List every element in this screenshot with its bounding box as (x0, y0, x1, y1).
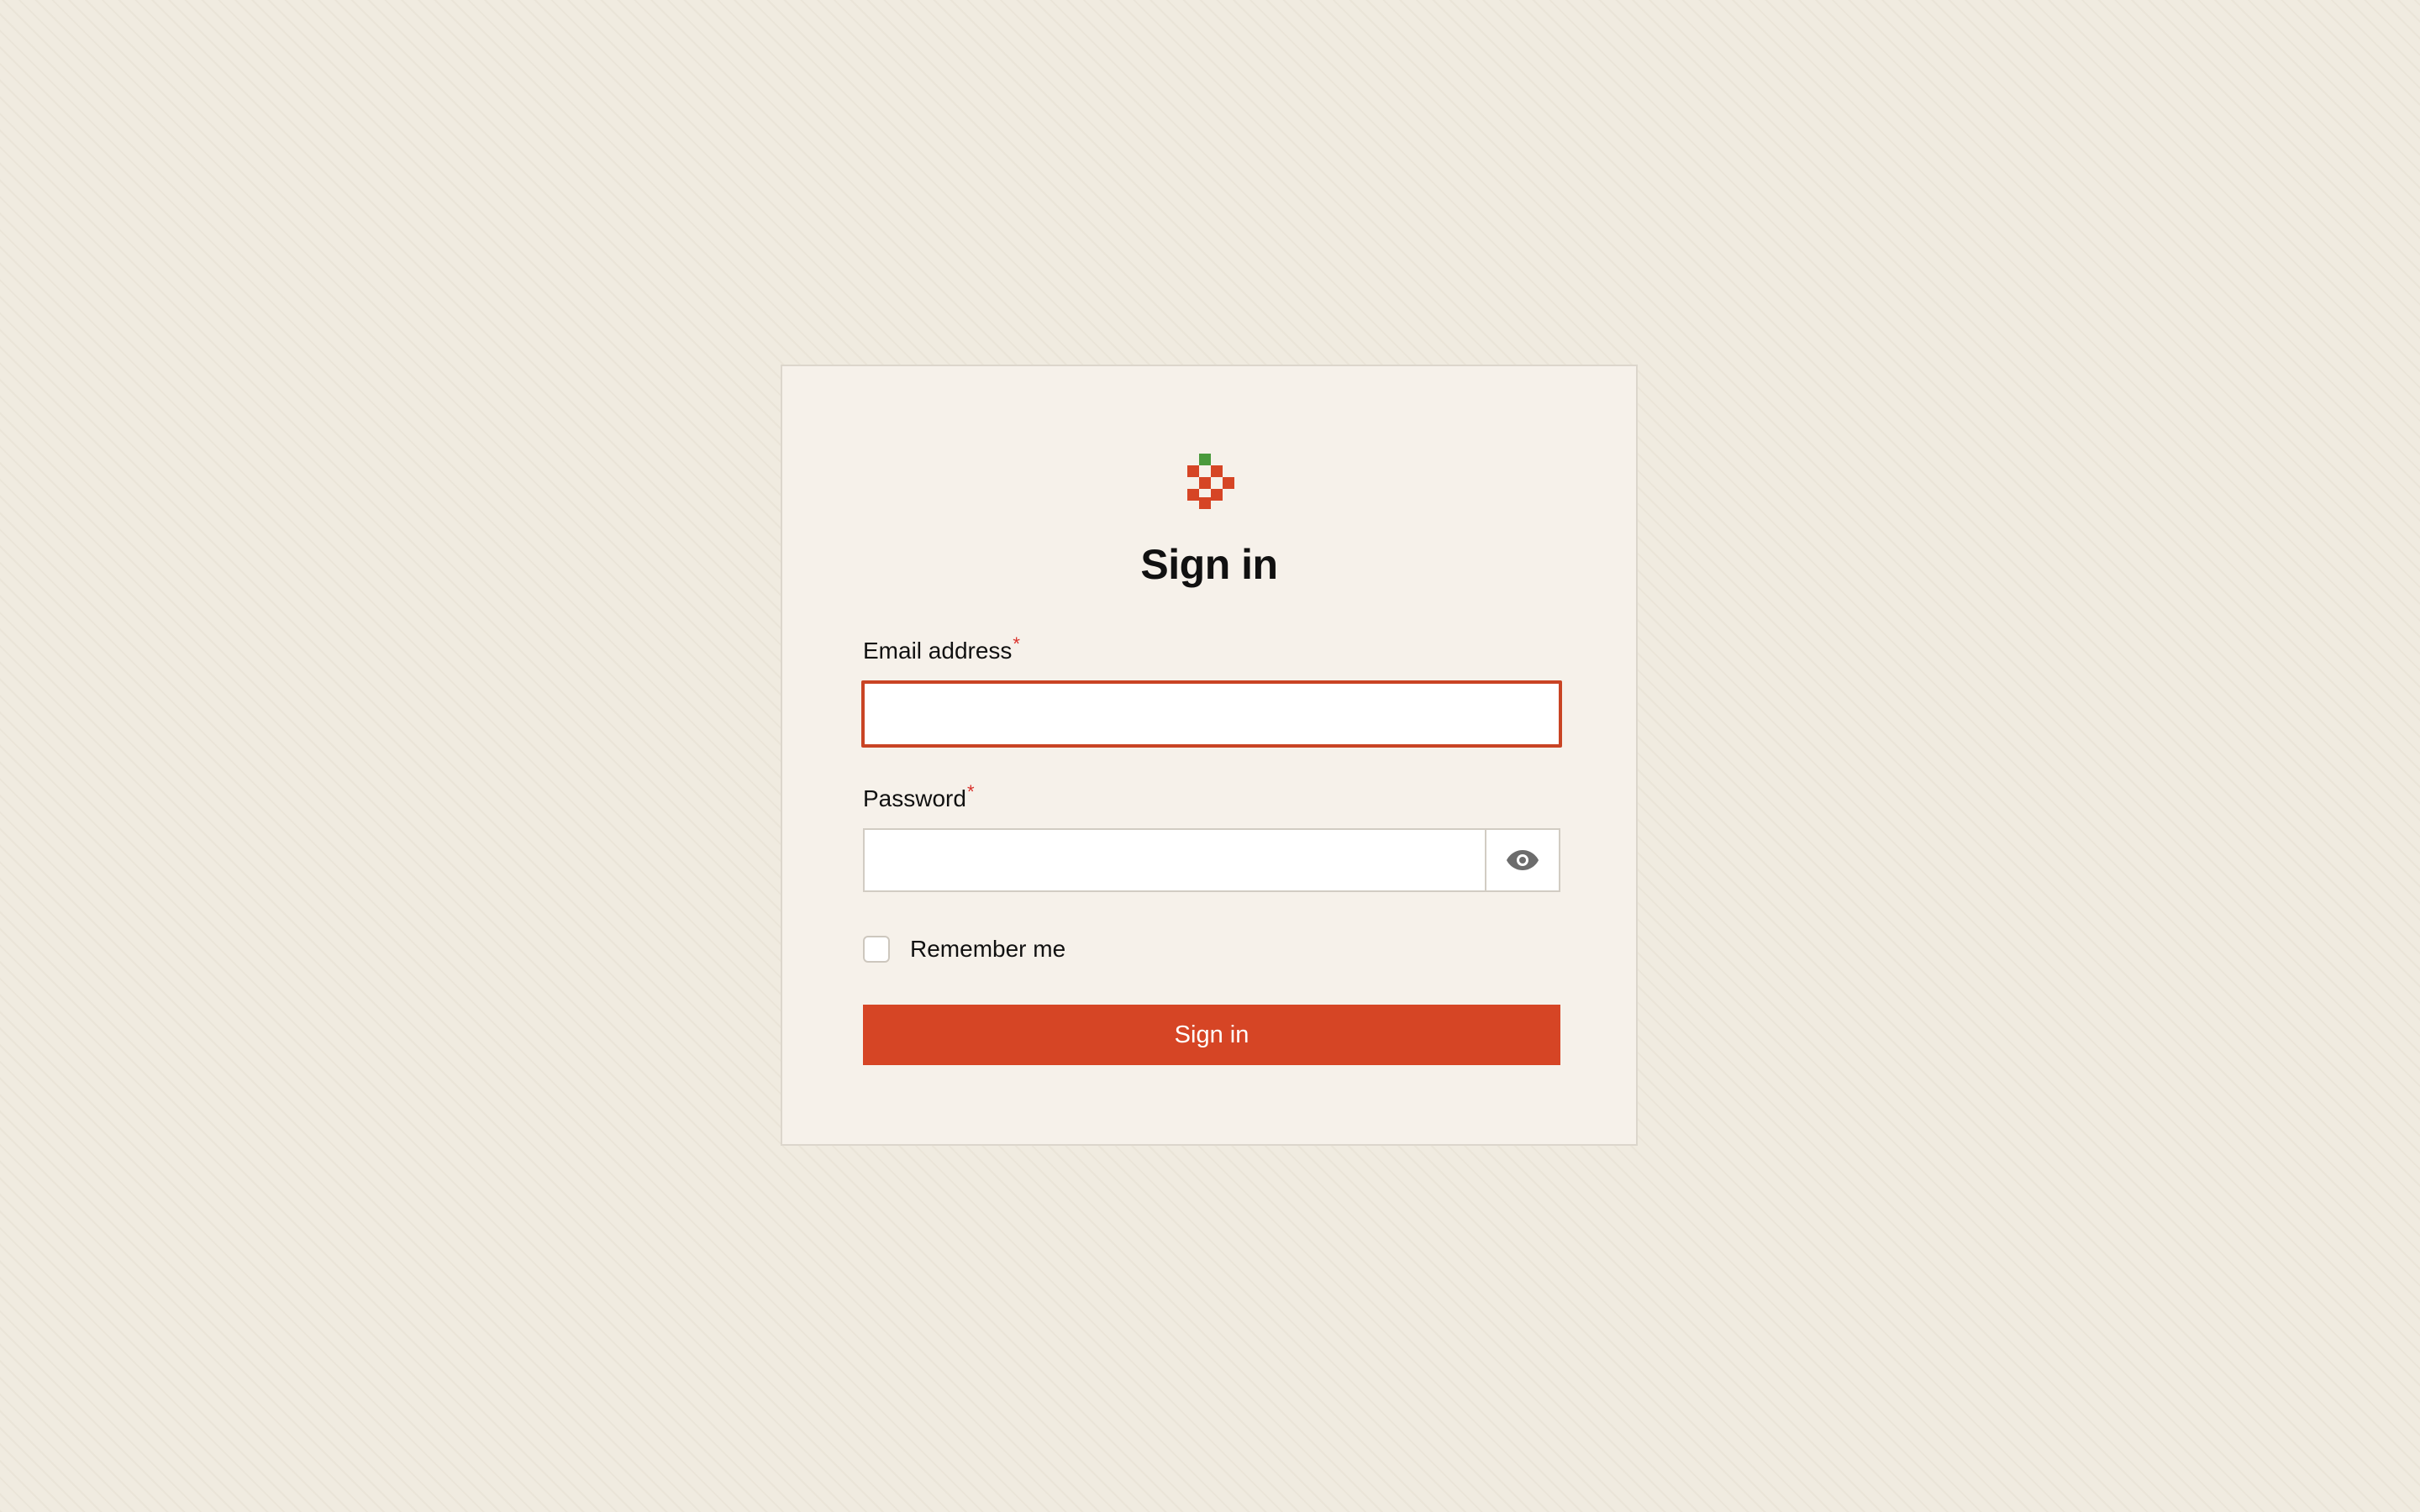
sign-in-card: Sign in Email address* Password* Remembe… (781, 365, 1638, 1146)
password-field-group (863, 828, 1560, 892)
eye-icon (1506, 848, 1539, 872)
remember-me-label[interactable]: Remember me (910, 935, 1065, 963)
required-marker: * (1013, 633, 1020, 654)
password-label-text: Password (863, 785, 966, 811)
email-label: Email address* (863, 634, 1020, 665)
sign-in-button[interactable]: Sign in (863, 1005, 1560, 1065)
remember-me-row: Remember me (863, 932, 1065, 966)
password-label: Password* (863, 782, 975, 813)
email-field[interactable] (861, 680, 1562, 748)
page-title: Sign in (1140, 541, 1278, 588)
remember-me-checkbox[interactable] (863, 936, 890, 963)
show-password-button[interactable] (1485, 828, 1560, 892)
email-label-text: Email address (863, 638, 1013, 664)
required-marker: * (966, 780, 975, 802)
password-field[interactable] (863, 828, 1486, 892)
pixel-strawberry-icon (1187, 454, 1234, 509)
